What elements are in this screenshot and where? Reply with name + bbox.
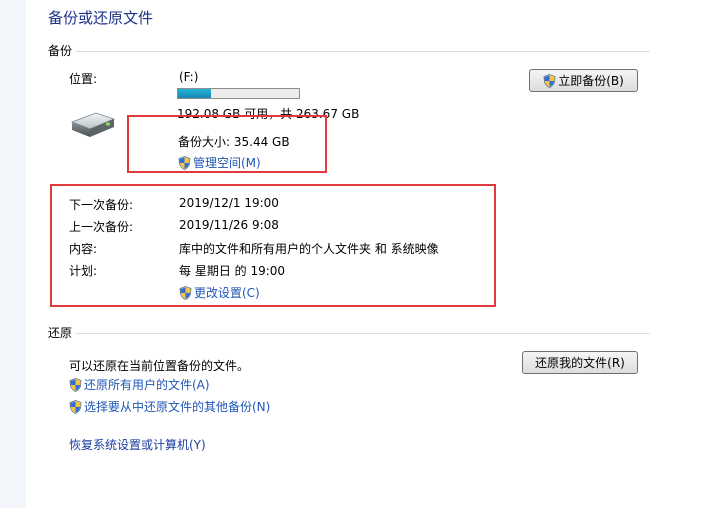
select-other-backup-link[interactable]: 选择要从中还原文件的其他备份(N) <box>69 398 270 415</box>
restore-section-label: 还原 <box>48 326 73 340</box>
select-other-backup-link-label: 选择要从中还原文件的其他备份(N) <box>84 400 271 414</box>
backup-now-button[interactable]: 立即备份(B) <box>529 69 638 92</box>
restore-description: 可以还原在当前位置备份的文件。 <box>69 359 250 373</box>
uac-shield-icon <box>69 377 82 392</box>
highlight-box-backup-size <box>127 115 327 173</box>
left-navigation-strip <box>0 0 26 508</box>
highlight-box-schedule <box>50 184 496 307</box>
restore-my-files-button[interactable]: 还原我的文件(R) <box>522 351 638 374</box>
recover-settings-link[interactable]: 恢复系统设置或计算机(Y) <box>69 436 206 453</box>
page-title: 备份或还原文件 <box>48 9 154 27</box>
location-label: 位置: <box>69 72 98 86</box>
backup-drive-name: (F:) <box>179 70 199 84</box>
drive-usage-bar <box>177 88 300 99</box>
hard-drive-icon <box>70 112 116 137</box>
uac-shield-icon <box>543 73 556 88</box>
restore-section-divider <box>76 333 650 334</box>
backup-section-label: 备份 <box>48 44 73 58</box>
recover-settings-link-label: 恢复系统设置或计算机(Y) <box>69 438 206 452</box>
backup-section-divider <box>76 51 650 52</box>
restore-all-users-link[interactable]: 还原所有用户的文件(A) <box>69 376 210 393</box>
restore-all-users-link-label: 还原所有用户的文件(A) <box>84 378 210 392</box>
restore-my-files-button-label: 还原我的文件(R) <box>535 356 625 370</box>
drive-usage-fill <box>178 89 211 98</box>
uac-shield-icon <box>69 399 82 414</box>
backup-now-button-label: 立即备份(B) <box>558 74 624 88</box>
